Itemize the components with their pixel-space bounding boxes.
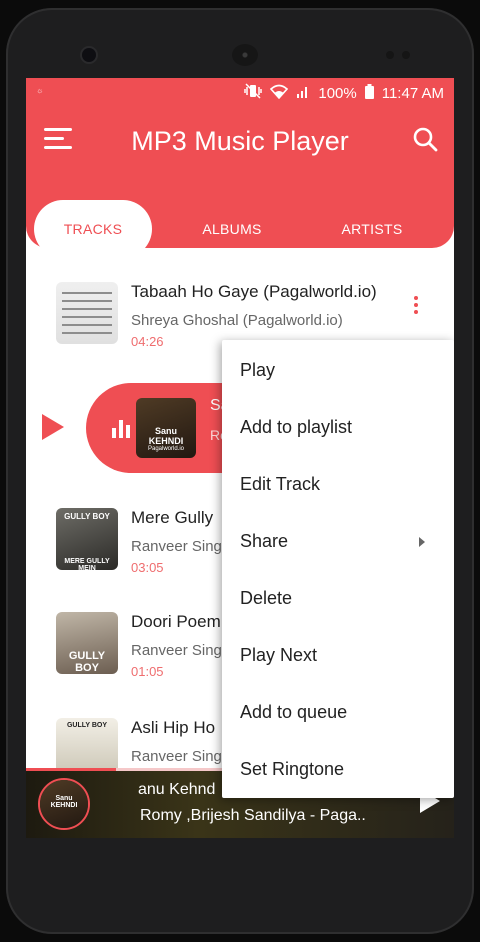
tab-albums[interactable]: ALBUMS	[172, 200, 292, 258]
album-art-text: GULLY BOY	[64, 512, 110, 521]
album-art: Sanu KEHNDI Pagalworld.io	[136, 398, 196, 458]
submenu-arrow-icon	[419, 537, 425, 547]
context-menu: Play Add to playlist Edit Track Share De…	[222, 340, 454, 798]
track-artist: Ranveer Singh	[131, 538, 231, 555]
tab-artists[interactable]: ARTISTS	[312, 200, 432, 258]
earpiece-speaker	[232, 44, 258, 66]
track-duration: 04:26	[131, 334, 164, 349]
app-screen: ☼ 100% 11:47 AM MP3 Music Player TRACKS …	[26, 78, 454, 838]
status-bar: ☼ 100% 11:47 AM	[26, 78, 454, 106]
track-artist: Shreya Ghoshal (Pagalworld.io)	[131, 312, 343, 329]
track-duration: 01:05	[131, 664, 164, 679]
menu-item-share[interactable]: Share	[240, 531, 288, 552]
light-sensor	[402, 51, 410, 59]
album-art-text: GULLY BOY	[68, 650, 106, 674]
menu-item-delete[interactable]: Delete	[240, 588, 292, 609]
track-title: Asli Hip Ho	[131, 718, 216, 737]
track-duration: 03:05	[131, 560, 164, 575]
battery-percent: 100%	[318, 84, 357, 102]
menu-item-set-ringtone[interactable]: Set Ringtone	[240, 759, 344, 780]
album-art-text: Sanu KEHNDI	[148, 426, 184, 446]
album-art-subtext: MERE GULLY MEIN	[64, 558, 110, 570]
album-art-text: Sanu KEHNDI	[50, 795, 78, 809]
clock: 11:47 AM	[381, 84, 444, 102]
mini-player-artist: Romy ,Brijesh Sandilya - Paga..	[140, 807, 366, 824]
battery-icon	[364, 83, 374, 103]
album-art	[56, 282, 118, 344]
track-artist: Ranveer Singh	[131, 748, 231, 765]
menu-item-add-to-queue[interactable]: Add to queue	[240, 702, 347, 723]
menu-item-add-to-playlist[interactable]: Add to playlist	[240, 417, 352, 438]
wifi-icon	[270, 84, 289, 103]
search-icon[interactable]	[412, 126, 438, 152]
signal-icon	[296, 84, 310, 102]
album-art: GULLY BOY	[56, 612, 118, 674]
mini-player-title: anu Kehnd	[138, 781, 216, 798]
track-artist: Ranveer Singh	[131, 642, 231, 659]
menu-item-edit-track[interactable]: Edit Track	[240, 474, 320, 495]
album-art-subtext: Pagalworld.io	[147, 446, 185, 452]
app-header: MP3 Music Player TRACKS ALBUMS ARTISTS	[26, 106, 454, 258]
tab-tracks[interactable]: TRACKS	[34, 200, 152, 258]
album-art: GULLY BOY MERE GULLY MEIN	[56, 508, 118, 570]
track-title: Doori Poem	[131, 612, 221, 631]
status-icons: 100% 11:47 AM	[244, 83, 444, 103]
menu-item-play-next[interactable]: Play Next	[240, 645, 317, 666]
play-icon[interactable]	[42, 414, 64, 440]
mini-player-art: Sanu KEHNDI	[38, 778, 90, 830]
tab-bar: TRACKS ALBUMS ARTISTS	[34, 200, 446, 258]
notification-dot-icon: ☼	[36, 86, 44, 95]
menu-item-play[interactable]: Play	[240, 360, 275, 381]
more-options-icon[interactable]	[410, 294, 422, 316]
proximity-sensor	[386, 51, 394, 59]
album-art-text: GULLY BOY	[66, 722, 108, 729]
equalizer-icon	[112, 420, 132, 438]
track-title: Mere Gully	[131, 508, 214, 527]
track-title: Tabaah Ho Gaye (Pagalworld.io)	[131, 282, 377, 301]
front-camera	[82, 48, 96, 62]
vibrate-icon	[244, 83, 263, 103]
page-title: MP3 Music Player	[131, 126, 349, 156]
